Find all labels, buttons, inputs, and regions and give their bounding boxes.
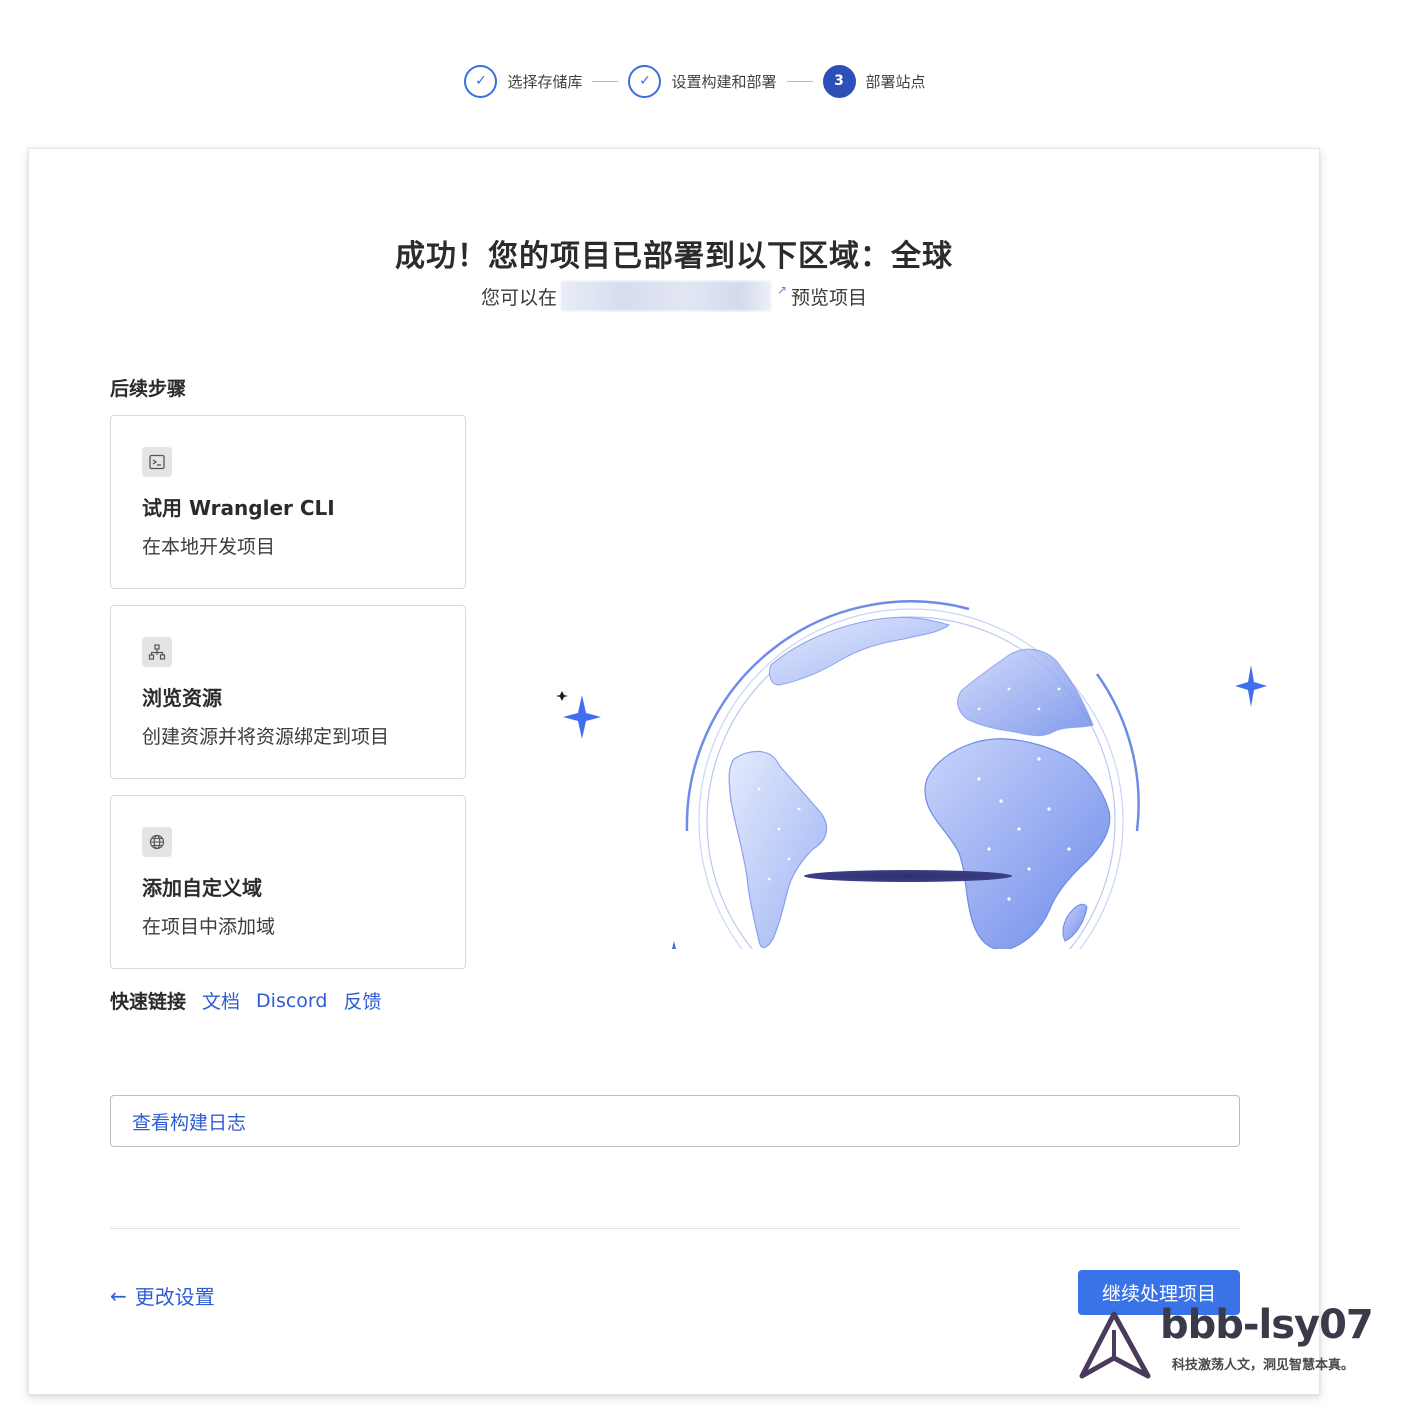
watermark-logo-icon bbox=[1079, 1311, 1151, 1379]
progress-stepper: ✓ 选择存储库 ✓ 设置构建和部署 3 部署站点 bbox=[0, 62, 1416, 100]
external-link-icon: ↗ bbox=[776, 283, 788, 297]
terminal-icon bbox=[142, 447, 172, 477]
deploy-success-card: 成功！您的项目已部署到以下区域：全球 您可以在 ↗ 预览项目 后续步骤 试用 W… bbox=[28, 148, 1320, 1395]
tile-title: 浏览资源 bbox=[142, 686, 222, 710]
tile-description: 在项目中添加域 bbox=[142, 916, 276, 938]
watermark-title: bbb-lsy07 bbox=[1160, 1302, 1374, 1348]
tile-custom-domain[interactable]: 添加自定义域 在项目中添加域 bbox=[110, 795, 466, 969]
quick-links-label: 快速链接 bbox=[110, 991, 187, 1013]
view-build-log-button[interactable]: 查看构建日志 bbox=[110, 1095, 1240, 1147]
back-label: 更改设置 bbox=[134, 1285, 215, 1309]
page-title: 成功！您的项目已部署到以下区域：全球 bbox=[395, 239, 953, 274]
step-number-badge: 3 bbox=[822, 64, 856, 98]
arrow-left-icon: ← bbox=[110, 1283, 127, 1308]
step-separator bbox=[786, 80, 813, 82]
globe-image bbox=[556, 600, 1267, 1034]
quick-links: 快速链接 文档 Discord 反馈 bbox=[110, 987, 397, 1014]
step-label: 部署站点 bbox=[865, 72, 926, 91]
preview-url-link-redacted[interactable] bbox=[560, 281, 771, 311]
check-icon: ✓ bbox=[628, 64, 662, 98]
tile-browse-resources[interactable]: 浏览资源 创建资源并将资源绑定到项目 bbox=[110, 605, 466, 779]
globe-illustration bbox=[509, 429, 1269, 1034]
next-steps-title: 后续步骤 bbox=[110, 378, 187, 400]
step-label: 选择存储库 bbox=[507, 72, 583, 91]
watermark-subtitle: 科技激荡人文，洞见智慧本真。 bbox=[1172, 1358, 1355, 1373]
tile-title: 添加自定义域 bbox=[142, 876, 262, 900]
watermark: bbb-lsy07 科技激荡人文，洞见智慧本真。 bbox=[1078, 1302, 1398, 1386]
preview-line: 您可以在 ↗ 预览项目 bbox=[29, 281, 1319, 311]
globe-icon bbox=[142, 827, 172, 857]
discord-link[interactable]: Discord bbox=[256, 990, 327, 1012]
step-select-repo: ✓ 选择存储库 bbox=[464, 64, 583, 98]
preview-prefix: 您可以在 bbox=[480, 286, 557, 309]
preview-suffix: 预览项目 bbox=[791, 286, 868, 309]
step-separator bbox=[592, 80, 619, 82]
feedback-link[interactable]: 反馈 bbox=[343, 987, 381, 1014]
sitemap-icon bbox=[142, 637, 172, 667]
divider bbox=[110, 1228, 1240, 1229]
tile-wrangler-cli[interactable]: 试用 Wrangler CLI 在本地开发项目 bbox=[110, 415, 466, 589]
step-label: 设置构建和部署 bbox=[671, 72, 777, 91]
tile-description: 创建资源并将资源绑定到项目 bbox=[142, 726, 390, 748]
step-build-settings: ✓ 设置构建和部署 bbox=[628, 64, 777, 98]
tile-title: 试用 Wrangler CLI bbox=[142, 496, 335, 520]
step-deploy-site: 3 部署站点 bbox=[822, 64, 926, 98]
change-settings-link[interactable]: ← 更改设置 bbox=[110, 1281, 215, 1310]
tile-description: 在本地开发项目 bbox=[142, 536, 276, 558]
docs-link[interactable]: 文档 bbox=[202, 987, 240, 1014]
check-icon: ✓ bbox=[464, 64, 498, 98]
